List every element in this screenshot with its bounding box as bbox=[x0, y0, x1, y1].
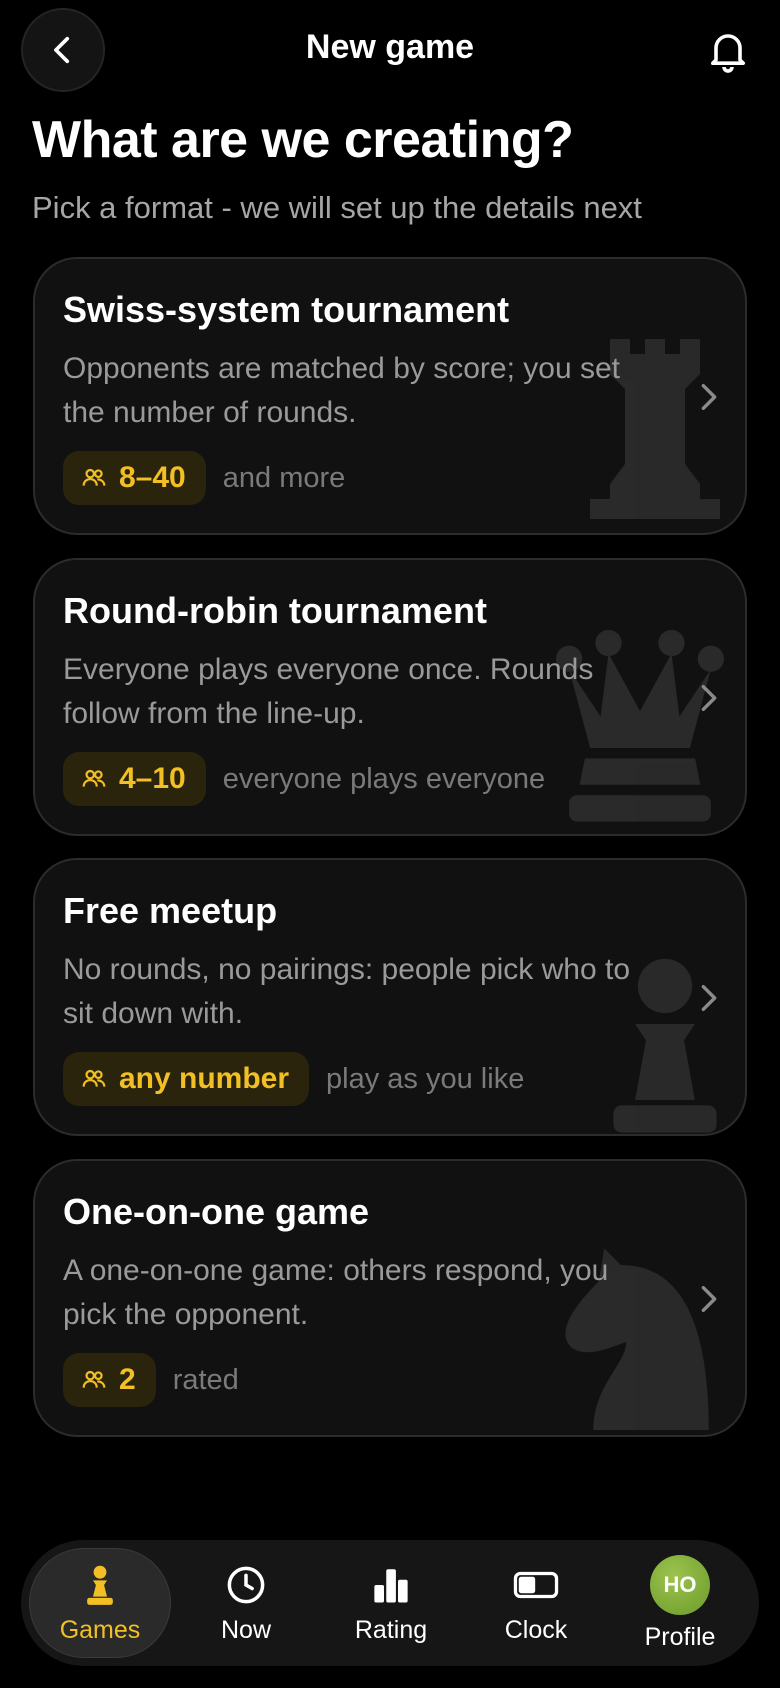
nav-item-games[interactable]: Games bbox=[29, 1548, 171, 1658]
page-subheading: Pick a format - we will set up the detai… bbox=[32, 190, 642, 225]
card-description: Opponents are matched by score; you set … bbox=[63, 352, 620, 429]
bell-icon bbox=[711, 34, 745, 73]
top-bar: New game bbox=[0, 0, 780, 100]
nav-label: Profile bbox=[644, 1622, 716, 1651]
nav-label: Games bbox=[59, 1615, 141, 1644]
player-count-badge: any number bbox=[63, 1052, 310, 1106]
page-heading: What are we creating? bbox=[32, 111, 574, 169]
card-title: One-on-one game bbox=[63, 1191, 370, 1232]
card-title: Round-robin tournament bbox=[63, 590, 487, 631]
format-card-free-meetup[interactable]: Free meetup No rounds, no pairings: peop… bbox=[33, 858, 747, 1136]
bottom-nav: Games Now Rating Clock HO Profile bbox=[21, 1540, 759, 1666]
player-count: any number bbox=[119, 1062, 290, 1095]
chevron-right-icon bbox=[701, 984, 717, 1012]
player-count-badge: 4–10 bbox=[63, 752, 206, 806]
card-meta: 4–10 everyone plays everyone bbox=[63, 752, 545, 806]
notifications-button[interactable] bbox=[704, 26, 752, 74]
bar-chart-icon bbox=[368, 1562, 414, 1608]
nav-label: Clock bbox=[504, 1615, 568, 1644]
player-count-badge: 8–40 bbox=[63, 451, 206, 505]
player-count: 2 bbox=[119, 1363, 136, 1396]
nav-label: Now bbox=[220, 1615, 271, 1644]
card-title: Free meetup bbox=[63, 890, 278, 931]
people-icon bbox=[82, 1069, 106, 1087]
card-description: No rounds, no pairings: people pick who … bbox=[63, 953, 631, 1030]
card-description: Everyone plays everyone once. Rounds fol… bbox=[63, 653, 594, 730]
people-icon bbox=[82, 1370, 106, 1388]
chevron-right-icon bbox=[701, 383, 717, 411]
avatar: HO bbox=[650, 1554, 710, 1615]
card-meta: 2 rated bbox=[63, 1353, 239, 1407]
player-count-badge: 2 bbox=[63, 1353, 156, 1407]
player-count: 4–10 bbox=[119, 762, 186, 795]
format-card-round-robin[interactable]: Round-robin tournament Everyone plays ev… bbox=[33, 558, 747, 836]
card-description: A one-on-one game: others respond, you p… bbox=[63, 1254, 609, 1331]
chevron-right-icon bbox=[701, 684, 717, 712]
format-card-one-on-one[interactable]: One-on-one game A one-on-one game: other… bbox=[33, 1159, 747, 1437]
card-note: play as you like bbox=[326, 1062, 525, 1095]
card-title: Swiss-system tournament bbox=[63, 289, 510, 330]
nav-item-rating[interactable]: Rating bbox=[321, 1540, 461, 1666]
people-icon bbox=[82, 468, 106, 486]
nav-item-clock[interactable]: Clock bbox=[466, 1540, 606, 1666]
page-title: New game bbox=[305, 28, 475, 66]
pawn-icon bbox=[77, 1562, 123, 1608]
card-note: rated bbox=[172, 1363, 239, 1396]
chevron-right-icon bbox=[701, 1285, 717, 1313]
player-count: 8–40 bbox=[119, 461, 186, 494]
clock-icon bbox=[223, 1562, 269, 1608]
nav-item-now[interactable]: Now bbox=[176, 1540, 316, 1666]
card-meta: any number play as you like bbox=[63, 1052, 524, 1106]
nav-item-profile[interactable]: HO Profile bbox=[610, 1540, 750, 1666]
format-card-swiss[interactable]: Swiss-system tournament Opponents are ma… bbox=[33, 257, 747, 535]
card-note: and more bbox=[222, 461, 346, 494]
nav-label: Rating bbox=[354, 1615, 428, 1644]
card-note: everyone plays everyone bbox=[222, 762, 546, 795]
people-icon bbox=[82, 769, 106, 787]
chess-clock-icon bbox=[513, 1562, 559, 1608]
card-meta: 8–40 and more bbox=[63, 451, 345, 505]
